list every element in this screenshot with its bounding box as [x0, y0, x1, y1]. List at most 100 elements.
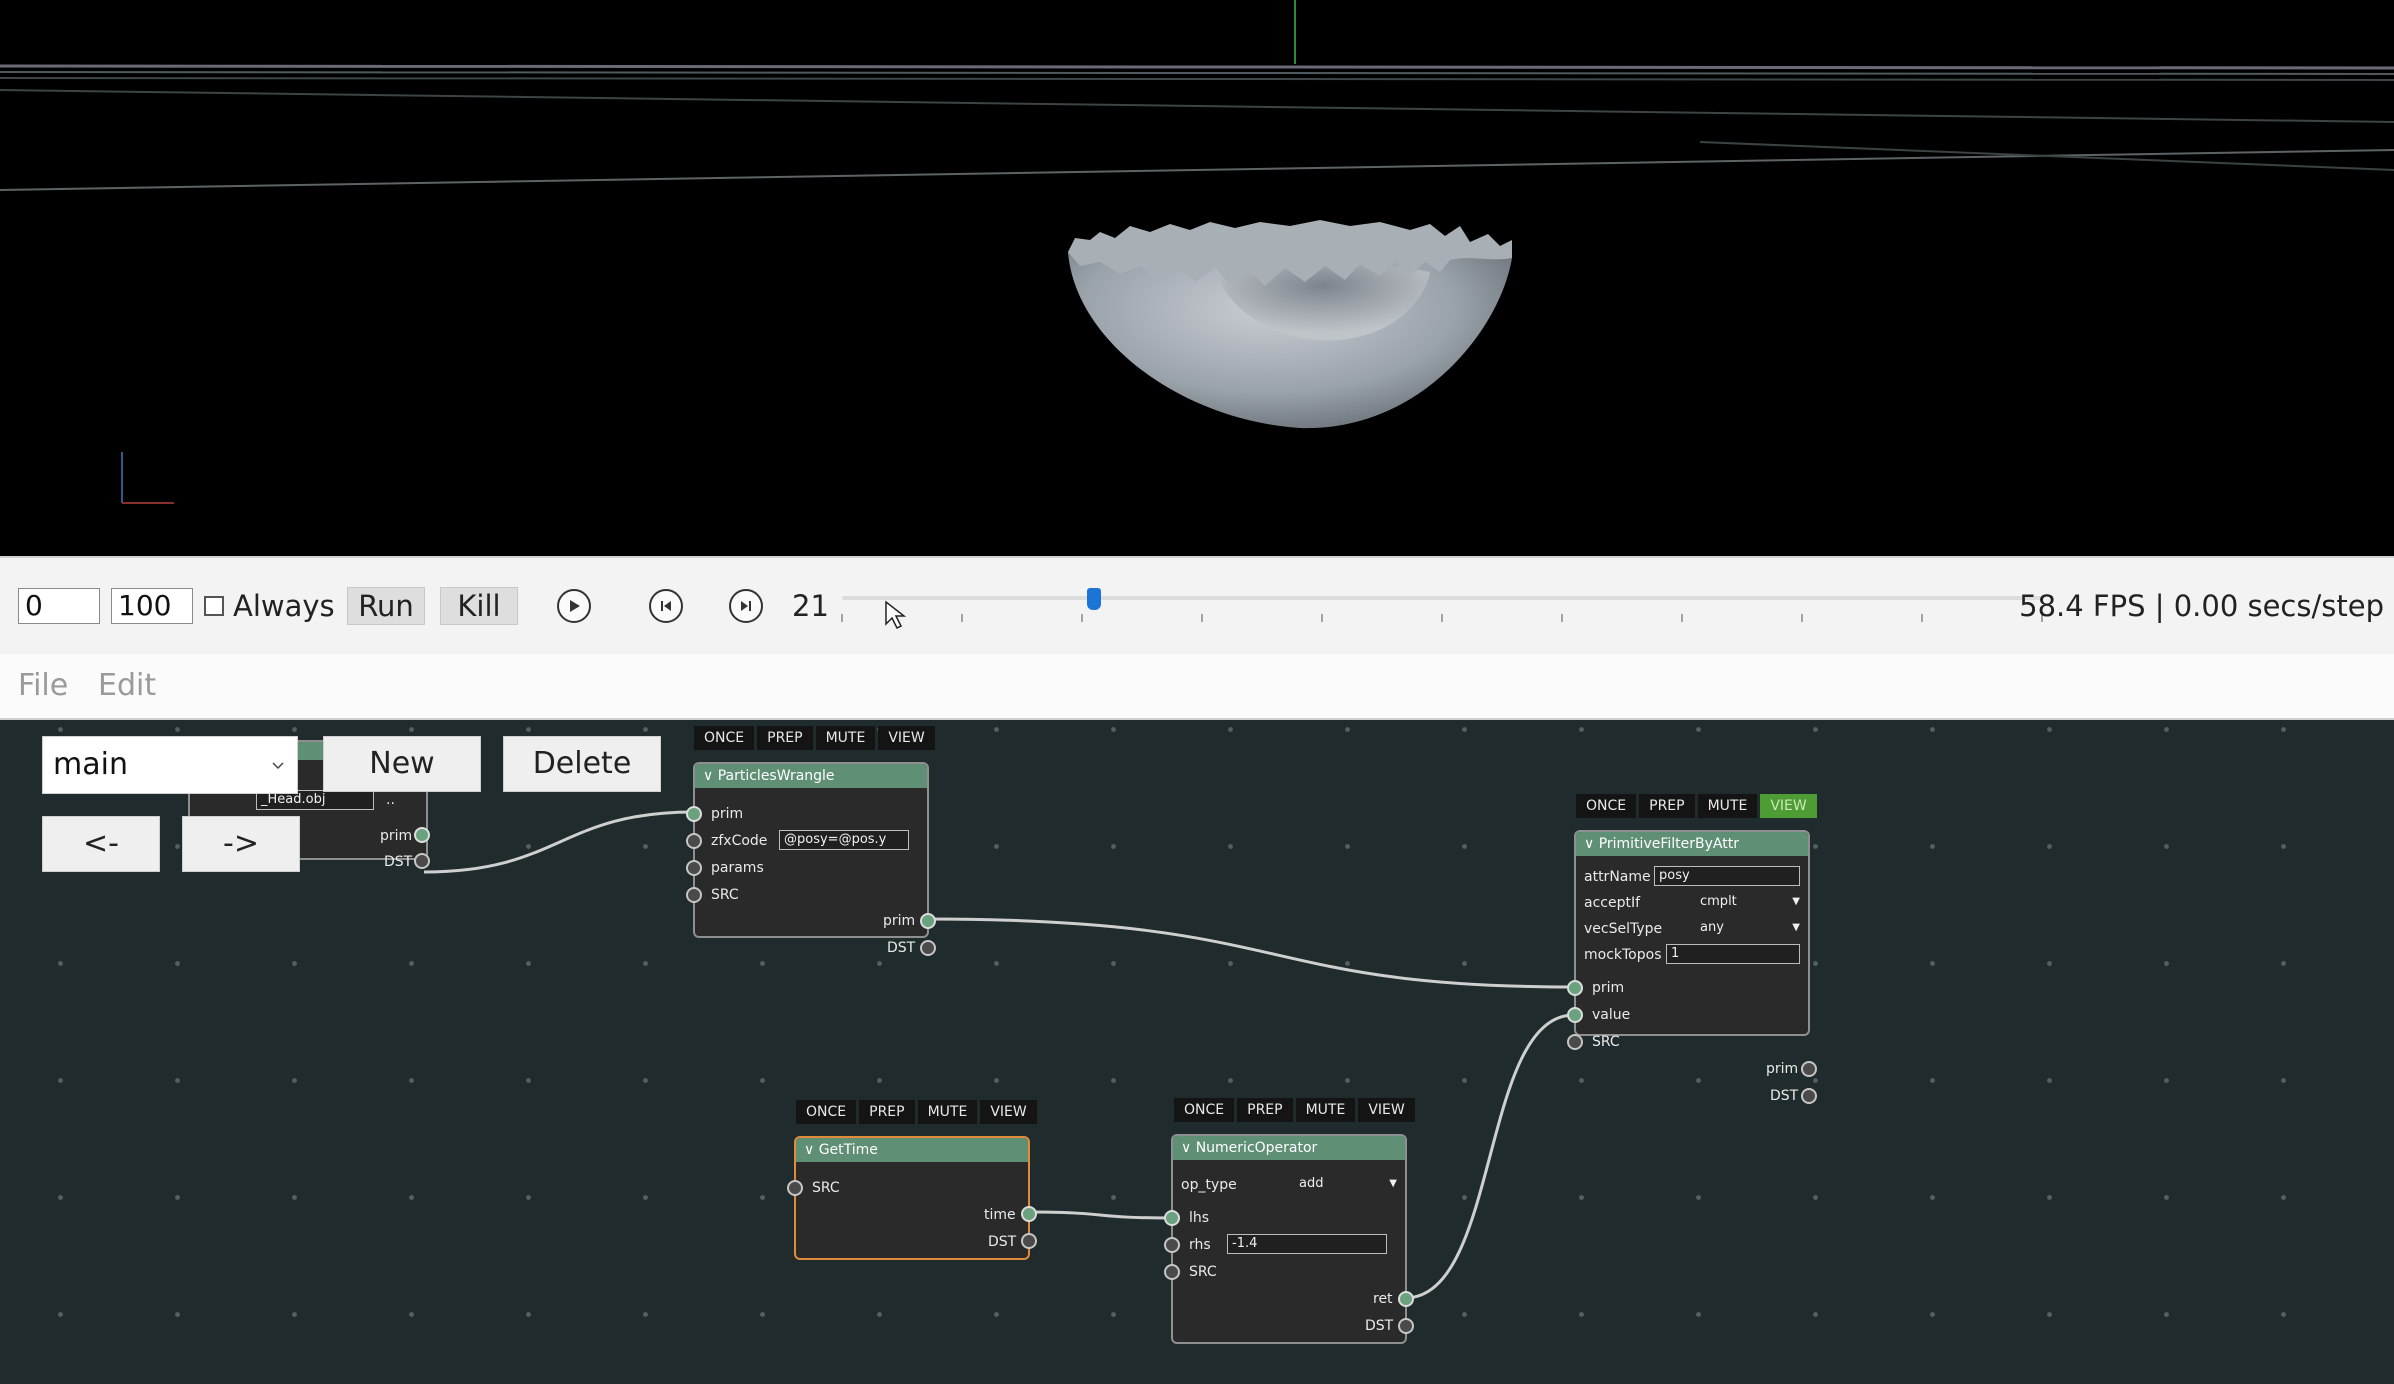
always-label: Always — [233, 589, 335, 623]
numeric-prep-tag[interactable]: PREP — [1237, 1098, 1293, 1122]
wrangle-tags: ONCE PREP MUTE VIEW — [694, 726, 935, 750]
step-forward-icon — [741, 601, 751, 611]
wrangle-view-tag[interactable]: VIEW — [878, 726, 935, 750]
numeric-dst-label: DST — [1365, 1318, 1394, 1334]
play-button[interactable] — [557, 589, 591, 623]
node-primitive-filter[interactable]: ∨ PrimitiveFilterByAttr attrName posy ac… — [1567, 830, 1817, 1104]
gettime-mute-tag[interactable]: MUTE — [917, 1100, 978, 1124]
filter-prim-out-socket[interactable] — [1801, 1061, 1817, 1077]
filter-mute-tag[interactable]: MUTE — [1697, 794, 1758, 818]
numeric-once-tag[interactable]: ONCE — [1174, 1098, 1235, 1122]
gettime-dst-socket[interactable] — [1021, 1233, 1037, 1249]
always-checkbox[interactable] — [204, 596, 224, 616]
wrangle-prep-tag[interactable]: PREP — [757, 726, 813, 750]
filter-prim-in-socket[interactable] — [1567, 980, 1583, 996]
gettime-prep-tag[interactable]: PREP — [859, 1100, 915, 1124]
filter-view-tag[interactable]: VIEW — [1760, 794, 1817, 818]
link-numeric-to-filter — [1404, 1013, 1575, 1300]
gettime-time-out-socket[interactable] — [1021, 1206, 1037, 1222]
collapse-chevron-icon[interactable]: ∨ — [1584, 836, 1599, 852]
readobj-prim-label: prim — [380, 828, 413, 844]
gettime-once-tag[interactable]: ONCE — [796, 1100, 857, 1124]
slider-ticks — [841, 614, 2043, 622]
numeric-mute-tag[interactable]: MUTE — [1295, 1098, 1356, 1122]
filter-mocktopos-field[interactable]: 1 — [1666, 944, 1800, 964]
filter-acceptif-select[interactable]: cmplt ▼ — [1700, 892, 1800, 912]
wrangle-prim-in-label: prim — [711, 806, 744, 822]
collapse-chevron-icon[interactable]: ∨ — [1181, 1140, 1196, 1156]
viewport-canvas — [0, 0, 2394, 504]
readobj-dst-label: DST — [384, 854, 413, 870]
end-frame-input[interactable] — [111, 588, 193, 624]
filter-value-in-socket[interactable] — [1567, 1007, 1583, 1023]
step-forward-button[interactable] — [729, 589, 763, 623]
numeric-src-socket[interactable] — [1164, 1264, 1180, 1280]
numeric-ret-out-socket[interactable] — [1398, 1291, 1414, 1307]
gettime-view-tag[interactable]: VIEW — [980, 1100, 1037, 1124]
filter-dst-socket[interactable] — [1801, 1088, 1817, 1104]
numeric-dst-socket[interactable] — [1398, 1318, 1414, 1334]
numeric-ret-out-label: ret — [1373, 1291, 1393, 1307]
numeric-rhs-socket[interactable] — [1164, 1237, 1180, 1253]
filter-vecseltype-select[interactable]: any ▼ — [1700, 918, 1800, 938]
collapse-chevron-icon[interactable]: ∨ — [804, 1142, 819, 1158]
wrangle-prim-out-socket[interactable] — [920, 913, 936, 929]
step-back-icon — [661, 601, 671, 611]
collapse-chevron-icon[interactable]: ∨ — [703, 768, 718, 784]
numeric-src-label: SRC — [1189, 1264, 1217, 1280]
wrangle-zfxcode-label: zfxCode — [711, 833, 768, 849]
menu-file[interactable]: File — [18, 668, 68, 703]
slider-handle[interactable] — [1087, 588, 1101, 610]
run-button[interactable]: Run — [347, 587, 425, 625]
gettime-title[interactable]: ∨ GetTime — [796, 1138, 1028, 1162]
gettime-src-socket[interactable] — [787, 1180, 803, 1196]
wrangle-title[interactable]: ∨ ParticlesWrangle — [695, 764, 927, 788]
menu-edit[interactable]: Edit — [98, 668, 156, 703]
filter-value-in-label: value — [1592, 1007, 1631, 1023]
filter-attrname-field[interactable]: posy — [1654, 866, 1800, 886]
node-numeric-operator[interactable]: ∨ NumericOperator op_type add ▼ lhs rhs -… — [1164, 1134, 1414, 1344]
numeric-title[interactable]: ∨ NumericOperator — [1173, 1136, 1405, 1160]
3d-viewport[interactable] — [0, 0, 2394, 556]
forward-button[interactable]: -> — [182, 816, 300, 872]
link-readobj-to-wrangle — [423, 810, 695, 874]
wrangle-once-tag[interactable]: ONCE — [694, 726, 755, 750]
gettime-tags: ONCE PREP MUTE VIEW — [796, 1100, 1037, 1124]
frame-slider[interactable] — [841, 588, 2043, 628]
wrangle-dst-socket[interactable] — [920, 940, 936, 956]
gettime-time-out-label: time — [984, 1207, 1016, 1223]
wrangle-prim-in-socket[interactable] — [686, 806, 702, 822]
filter-title[interactable]: ∨ PrimitiveFilterByAttr — [1576, 832, 1808, 856]
wrangle-mute-tag[interactable]: MUTE — [815, 726, 876, 750]
kill-button[interactable]: Kill — [440, 587, 518, 625]
filter-prep-tag[interactable]: PREP — [1639, 794, 1695, 818]
chevron-down-icon — [272, 762, 284, 770]
dropdown-arrow-icon: ▼ — [1389, 1178, 1397, 1189]
numeric-rhs-field[interactable]: -1.4 — [1227, 1234, 1387, 1254]
start-frame-input[interactable] — [18, 588, 100, 624]
readobj-dst-socket[interactable] — [414, 853, 430, 869]
wrangle-zfxcode-field[interactable]: @posy=@pos.y — [779, 830, 909, 850]
numeric-optype-select[interactable]: add ▼ — [1299, 1174, 1397, 1194]
wrangle-src-socket[interactable] — [686, 887, 702, 903]
filter-src-socket[interactable] — [1567, 1034, 1583, 1050]
node-editor[interactable]: _Head.obj .. prim DST main New Delete <-… — [0, 720, 2394, 1384]
wrangle-zfxcode-socket[interactable] — [686, 833, 702, 849]
numeric-view-tag[interactable]: VIEW — [1358, 1098, 1415, 1122]
readobj-file-browse[interactable]: .. — [386, 791, 395, 809]
wrangle-prim-out-label: prim — [883, 913, 916, 929]
filter-once-tag[interactable]: ONCE — [1576, 794, 1637, 818]
node-particles-wrangle[interactable]: ∨ ParticlesWrangle prim zfxCode @posy=@p… — [686, 762, 936, 956]
mouse-cursor-icon — [885, 600, 906, 630]
graph-select[interactable]: main — [42, 736, 298, 794]
node-get-time[interactable]: ∨ GetTime SRC time DST — [787, 1136, 1037, 1260]
delete-graph-button[interactable]: Delete — [503, 736, 661, 792]
numeric-lhs-socket[interactable] — [1164, 1210, 1180, 1226]
filter-acceptif-label: acceptIf — [1584, 895, 1641, 911]
back-button[interactable]: <- — [42, 816, 160, 872]
wrangle-params-socket[interactable] — [686, 860, 702, 876]
readobj-prim-socket[interactable] — [414, 827, 430, 843]
step-back-button[interactable] — [649, 589, 683, 623]
new-graph-button[interactable]: New — [323, 736, 481, 792]
fps-status: 58.4 FPS | 0.00 secs/step — [2019, 589, 2384, 623]
